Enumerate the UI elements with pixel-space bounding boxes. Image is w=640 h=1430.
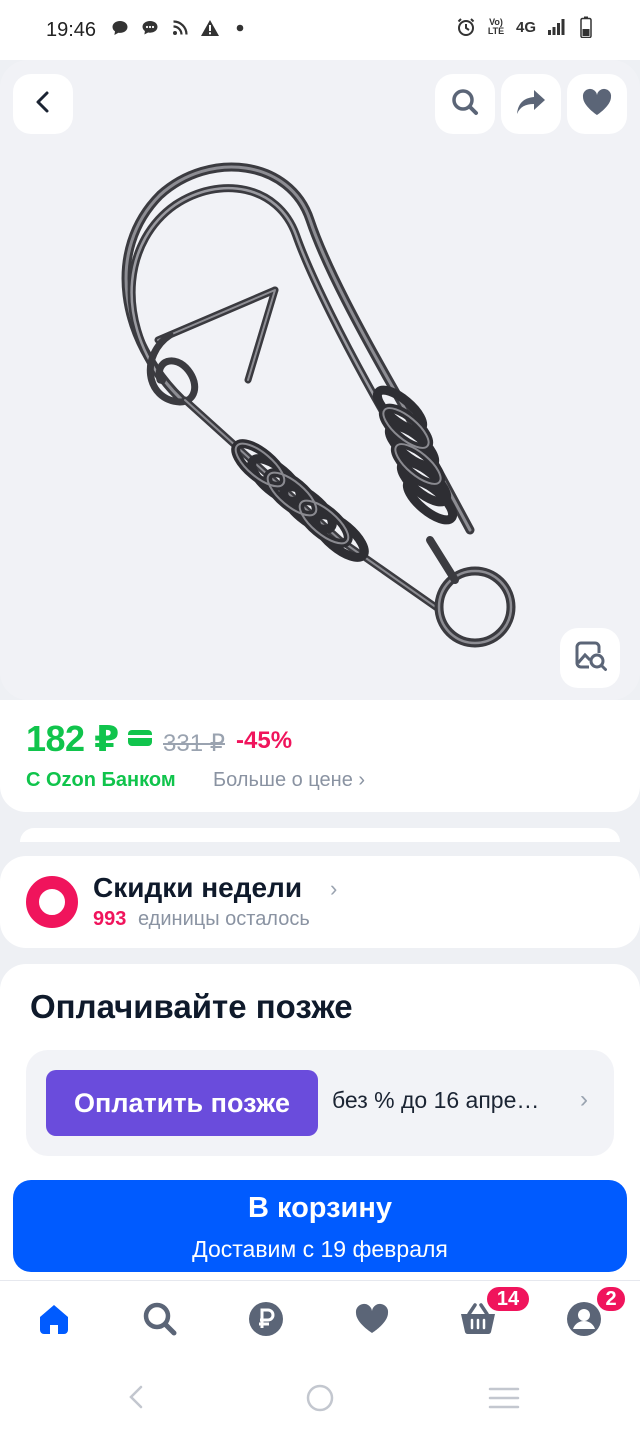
pay-later-option[interactable]: Оплатить позже без % до 16 апре… › <box>26 1050 614 1156</box>
heart-icon <box>354 1303 390 1340</box>
image-search-icon <box>573 639 607 678</box>
battery-icon <box>576 16 596 38</box>
home-icon <box>36 1302 72 1341</box>
system-nav-bar <box>0 1362 640 1430</box>
chat-icon <box>110 18 130 38</box>
more-about-price-label: Больше о цене <box>213 769 353 791</box>
share-icon <box>515 87 547 122</box>
chat-bubbles-icon <box>140 18 160 38</box>
status-left-icons <box>110 18 250 38</box>
weekly-deals-card[interactable]: Скидки недели › 993 единицы осталось <box>0 856 640 948</box>
price-old: 331 ₽ <box>163 730 225 757</box>
signal-icon <box>546 17 566 37</box>
chevron-right-icon: › <box>358 769 366 791</box>
add-to-cart-label: В корзину <box>247 1192 393 1224</box>
status-time: 19:46 <box>46 19 97 41</box>
tab-finance[interactable] <box>246 1301 286 1341</box>
ozon-card-icon <box>128 730 152 746</box>
add-to-cart-panel: В корзину Доставим с 19 февраля <box>0 1168 640 1282</box>
image-search-button[interactable] <box>560 628 620 688</box>
volte-icon: Vo) LTE <box>487 17 505 36</box>
cart-badge: 14 <box>485 1285 531 1313</box>
tab-home[interactable] <box>34 1301 74 1341</box>
nav-home-icon[interactable] <box>306 1384 334 1417</box>
delivery-date: Доставим с 19 февраля <box>192 1236 448 1262</box>
price-current: 182 ₽ <box>26 718 119 759</box>
product-image-card <box>0 60 640 700</box>
pay-later-button[interactable]: Оплатить позже <box>46 1070 318 1136</box>
collapsed-card-edge <box>20 828 620 842</box>
profile-badge: 2 <box>595 1285 627 1313</box>
heart-icon <box>581 87 613 122</box>
more-about-price-link[interactable]: Больше о цене › <box>213 769 365 792</box>
dot-icon <box>230 18 250 38</box>
chevron-right-icon: › <box>580 1086 588 1113</box>
status-right-icons: Vo) LTE 4G <box>456 16 596 38</box>
nav-menu-icon[interactable] <box>488 1386 520 1415</box>
warning-icon <box>200 18 220 38</box>
deals-count: 993 <box>93 908 127 930</box>
price-discount: -45% <box>236 727 293 754</box>
add-to-cart-button[interactable]: В корзину Доставим с 19 февраля <box>13 1180 627 1272</box>
network-4g-icon: 4G <box>515 18 536 36</box>
search-icon <box>142 1301 178 1342</box>
product-image[interactable] <box>100 140 540 680</box>
alarm-icon <box>456 17 476 37</box>
tab-search[interactable] <box>140 1301 180 1341</box>
ruble-icon <box>248 1301 284 1342</box>
ozon-bank-label: С Ozon Банком <box>26 769 176 791</box>
nav-back-icon[interactable] <box>125 1384 147 1415</box>
rss-icon <box>170 18 190 38</box>
deals-remaining-label: единицы осталось <box>138 908 310 930</box>
search-button[interactable] <box>435 74 495 134</box>
deals-ring-icon <box>26 876 78 928</box>
back-button[interactable] <box>13 74 73 134</box>
share-button[interactable] <box>501 74 561 134</box>
back-icon <box>30 89 56 120</box>
favorite-button[interactable] <box>567 74 627 134</box>
status-bar: 19:46 Vo) LTE 4G <box>0 0 640 60</box>
tab-favorites[interactable] <box>352 1301 392 1341</box>
pay-later-terms: без % до 16 апре… <box>332 1087 540 1113</box>
deals-title: Скидки недели <box>93 872 303 903</box>
chevron-right-icon: › <box>330 876 338 901</box>
pay-later-title: Оплачивайте позже <box>30 988 353 1025</box>
price-card: 182 ₽ 331 ₽ -45% С Ozon Банком Больше о … <box>0 700 640 812</box>
bottom-tab-bar: 14 2 <box>0 1280 640 1363</box>
search-icon <box>450 87 480 122</box>
